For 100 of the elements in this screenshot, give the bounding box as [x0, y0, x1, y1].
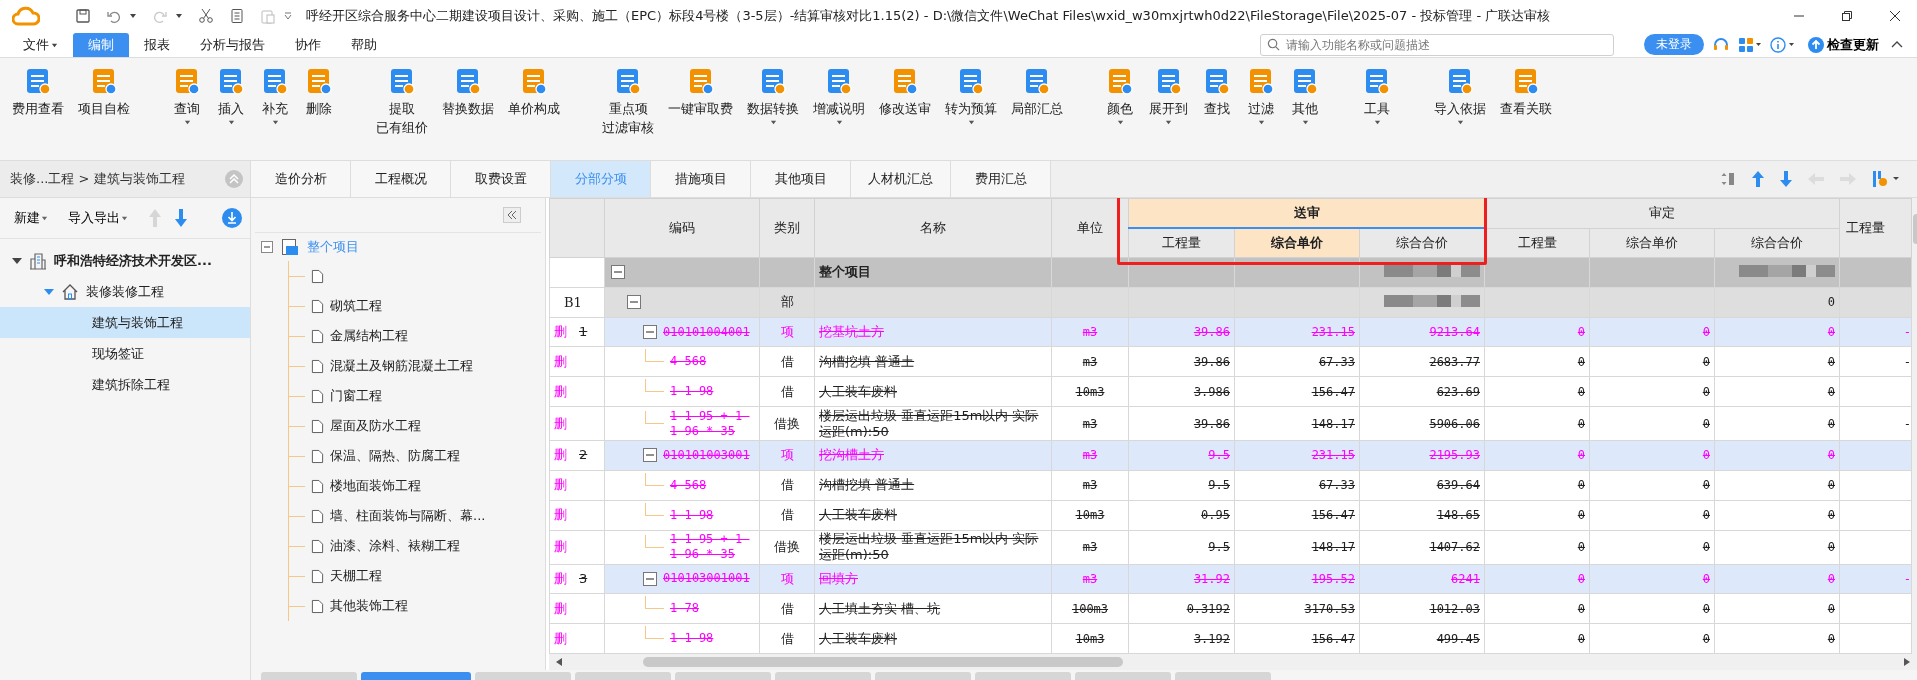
menu-tab[interactable]: 分析与报告 — [185, 33, 280, 57]
column-header[interactable]: 工程量 — [1839, 198, 1912, 258]
ribbon-button[interactable]: 费用查看 — [8, 66, 68, 117]
ribbon-button[interactable]: 工具 — [1358, 66, 1396, 126]
arrow-down-icon[interactable] — [174, 208, 188, 228]
ribbon-button[interactable]: 查找 — [1198, 66, 1236, 126]
tree-item[interactable]: 门窗工程 — [330, 387, 382, 405]
collapse-panel-button[interactable] — [503, 207, 521, 223]
tree-item[interactable]: 砌筑工程 — [330, 297, 382, 315]
collapse-toggle[interactable] — [643, 571, 657, 586]
ribbon-button[interactable]: 过滤 — [1242, 66, 1280, 126]
expand-caret-icon[interactable] — [12, 255, 22, 266]
sort-icon[interactable] — [1721, 171, 1737, 187]
tree-item[interactable]: 混凝土及钢筋混凝土工程 — [330, 357, 473, 375]
tree-item[interactable]: 金属结构工程 — [330, 327, 408, 345]
delete-mark: 删 — [554, 353, 567, 369]
collapse-toggle[interactable] — [261, 241, 273, 253]
ribbon-button[interactable]: 其他 — [1286, 66, 1324, 126]
tree-item[interactable]: 建筑拆除工程 — [0, 369, 250, 400]
column-header[interactable]: 单位 — [1051, 198, 1129, 258]
row-number: B1 — [564, 294, 582, 310]
tree-item[interactable]: 建筑与装饰工程 — [0, 307, 250, 338]
ribbon-button[interactable]: 局部汇总 — [1007, 66, 1067, 136]
ribbon-button[interactable]: 数据转换 — [743, 66, 803, 136]
tree-item[interactable]: 现场签证 — [0, 338, 250, 369]
ribbon-button[interactable]: 导入依据 — [1430, 66, 1490, 126]
ribbon-button[interactable]: 一键审取费 — [664, 66, 737, 136]
tab[interactable]: 费用汇总 — [951, 161, 1051, 197]
ribbon-button[interactable]: 增减说明 — [809, 66, 869, 136]
horizontal-scrollbar[interactable] — [549, 654, 1917, 670]
column-header[interactable]: 编码 — [604, 198, 760, 258]
ribbon-button[interactable]: 插入 — [212, 66, 250, 126]
menu-tab[interactable]: 帮助 — [336, 33, 392, 57]
ribbon-button[interactable]: 补充 — [256, 66, 294, 126]
ribbon-button[interactable]: 查看关联 — [1496, 66, 1556, 126]
column-header[interactable]: 综合合价 — [1359, 228, 1485, 258]
ribbon-button[interactable]: 删除 — [300, 66, 338, 126]
column-header[interactable]: 综合单价 — [1589, 228, 1715, 258]
tree-item[interactable]: 装修装修工程 — [0, 276, 250, 307]
ribbon-button[interactable]: 修改送审 — [875, 66, 935, 136]
tree-item[interactable]: 屋面及防水工程 — [330, 417, 421, 435]
arrow-down-icon[interactable] — [1779, 170, 1793, 188]
app-grid-icon[interactable] — [1738, 36, 1762, 53]
ribbon-button[interactable]: 提取 已有组价 — [372, 66, 432, 136]
column-header[interactable]: 类别 — [759, 198, 815, 258]
collapse-toggle[interactable] — [611, 265, 625, 280]
tab[interactable]: 工程概况 — [351, 161, 451, 197]
cut-icon[interactable] — [198, 8, 214, 24]
restore-icon[interactable] — [1841, 10, 1853, 22]
document-icon — [311, 538, 324, 554]
tree-item[interactable]: 呼和浩特经济技术开发区... — [0, 245, 250, 276]
collapse-toggle[interactable] — [627, 295, 641, 310]
tab[interactable]: 造价分析 — [251, 161, 351, 197]
tree-item[interactable]: 其他装饰工程 — [330, 597, 408, 615]
tab[interactable]: 取费设置 — [451, 161, 551, 197]
column-header[interactable]: 名称 — [814, 198, 1052, 258]
column-settings-icon[interactable] — [1871, 169, 1901, 189]
ribbon-button[interactable]: 查询 — [168, 66, 206, 126]
search-input[interactable]: 请输入功能名称或问题描述 — [1284, 36, 1598, 53]
menu-tab[interactable]: 文件 — [8, 33, 73, 57]
ribbon-button[interactable]: 展开到 — [1145, 66, 1192, 126]
scroll-left-icon[interactable] — [555, 657, 563, 667]
column-header[interactable]: 综合合价 — [1714, 228, 1840, 258]
ribbon-button[interactable]: 重点项 过滤审核 — [598, 66, 658, 136]
tab[interactable]: 措施项目 — [651, 161, 751, 197]
menu-tab[interactable]: 报表 — [129, 33, 185, 57]
search-field[interactable]: 请输入功能名称或问题描述 — [1260, 33, 1614, 56]
close-icon[interactable] — [1889, 10, 1901, 22]
scroll-right-icon[interactable] — [1903, 657, 1911, 667]
save-icon[interactable] — [75, 8, 91, 24]
paste-icon[interactable] — [260, 8, 276, 24]
info-icon[interactable] — [1770, 36, 1796, 53]
copy-icon[interactable] — [229, 8, 245, 24]
tab[interactable]: 其他项目 — [751, 161, 851, 197]
download-icon[interactable] — [222, 208, 242, 228]
customize-icon[interactable] — [283, 11, 293, 21]
tree-item[interactable]: 保温、隔热、防腐工程 — [330, 447, 460, 465]
column-header[interactable]: 工程量 — [1484, 228, 1590, 258]
toolbar-button[interactable]: 导入导出 — [68, 209, 128, 227]
menu-tab[interactable]: 协作 — [280, 33, 336, 57]
update-button[interactable]: 检查更新 — [1804, 35, 1883, 54]
ribbon-button[interactable]: 替换数据 — [438, 66, 498, 136]
tree-item[interactable]: 墙、柱面装饰与隔断、幕... — [330, 507, 486, 525]
tree-item[interactable]: 楼地面装饰工程 — [330, 477, 421, 495]
caret-icon[interactable] — [129, 12, 137, 20]
tab[interactable]: 人材机汇总 — [851, 161, 951, 197]
column-header[interactable]: 综合单价 — [1234, 228, 1360, 258]
collapse-toggle[interactable] — [643, 325, 657, 340]
tree-item[interactable]: 油漆、涂料、裱糊工程 — [330, 537, 460, 555]
ribbon-button[interactable]: 转为预算 — [941, 66, 1001, 136]
toolbar-button[interactable]: 新建 — [14, 209, 48, 227]
tree-item[interactable]: 天棚工程 — [330, 567, 382, 585]
number-value: 1012.03 — [1429, 601, 1480, 616]
caret-icon[interactable] — [175, 12, 183, 20]
arrow-up-icon[interactable] — [1751, 170, 1765, 188]
ribbon-button[interactable]: 项目自检 — [74, 66, 134, 117]
collapse-toggle[interactable] — [643, 448, 657, 463]
column-header[interactable]: 工程量 — [1128, 228, 1235, 258]
ribbon-button[interactable]: 单价构成 — [504, 66, 564, 136]
ribbon-button[interactable]: 颜色 — [1101, 66, 1139, 126]
